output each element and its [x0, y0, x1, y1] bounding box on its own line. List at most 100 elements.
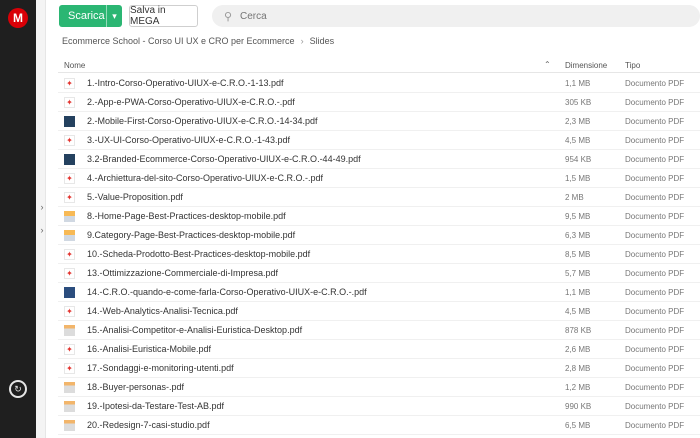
table-row[interactable]: 17.-Sondaggi-e-monitoring-utenti.pdf 2,8 … — [58, 359, 700, 378]
pdf-file-icon — [64, 344, 75, 355]
file-name: 16.-Analisi-Euristica-Mobile.pdf — [87, 344, 212, 354]
file-name: 17.-Sondaggi-e-monitoring-utenti.pdf — [87, 363, 234, 373]
pdf-file-icon — [64, 173, 75, 184]
save-to-mega-button[interactable]: Salva in MEGA — [129, 5, 198, 27]
table-row[interactable]: 4.-Archiettura-del-sito-Corso-Operativo-… — [58, 169, 700, 188]
file-type: Documento PDF — [625, 136, 685, 145]
pdf-file-icon — [64, 135, 75, 146]
breadcrumb: Ecommerce School - Corso UI UX e CRO per… — [62, 36, 334, 46]
table-row[interactable]: 14.-Web-Analytics-Analisi-Tecnica.pdf 4,5… — [58, 302, 700, 321]
file-size: 8,5 MB — [565, 250, 591, 259]
file-type: Documento PDF — [625, 288, 685, 297]
table-row[interactable]: 10.-Scheda-Prodotto-Best-Practices-deskt… — [58, 245, 700, 264]
search-input[interactable] — [240, 10, 640, 22]
file-size: 6,5 MB — [565, 421, 591, 430]
file-name: 9.Category-Page-Best-Practices-desktop-m… — [87, 230, 296, 240]
file-thumbnail-icon — [64, 154, 75, 165]
file-type: Documento PDF — [625, 421, 685, 430]
file-name: 13.-Ottimizzazione-Commerciale-di-Impres… — [87, 268, 279, 278]
file-name: 14.-C.R.O.-quando-e-come-farla-Corso-Ope… — [87, 287, 367, 297]
main-panel: Scarica ▾ Salva in MEGA ⚲ Ecommerce Scho… — [46, 0, 700, 438]
sidebar-gutter — [36, 0, 46, 438]
file-thumbnail-icon — [64, 325, 75, 336]
file-size: 1,1 MB — [565, 288, 591, 297]
file-type: Documento PDF — [625, 174, 685, 183]
file-size: 1,2 MB — [565, 383, 591, 392]
file-name: 3.2-Branded-Ecommerce-Corso-Operativo-UI… — [87, 154, 361, 164]
file-type: Documento PDF — [625, 79, 685, 88]
file-type: Documento PDF — [625, 402, 685, 411]
table-row[interactable]: 1.-Intro-Corso-Operativo-UIUX-e-C.R.O.-1… — [58, 74, 700, 93]
file-size: 4,5 MB — [565, 307, 591, 316]
mega-logo-icon[interactable]: M — [8, 8, 28, 28]
left-rail: M ↻ — [0, 0, 36, 438]
file-size: 305 KB — [565, 98, 592, 107]
file-thumbnail-icon — [64, 382, 75, 393]
file-type: Documento PDF — [625, 269, 685, 278]
table-row[interactable]: 5.-Value-Proposition.pdf 2 MB Documento PD… — [58, 188, 700, 207]
file-type: Documento PDF — [625, 212, 685, 221]
file-thumbnail-icon — [64, 230, 75, 241]
chevron-right-icon[interactable]: › — [38, 224, 46, 236]
chevron-down-icon[interactable]: ▾ — [106, 5, 122, 27]
pdf-file-icon — [64, 363, 75, 374]
file-name: 19.-Ipotesi-da-Testare-Test-AB.pdf — [87, 401, 225, 411]
toolbar: Scarica ▾ Salva in MEGA ⚲ — [46, 0, 700, 32]
column-header-type[interactable]: Tipo — [625, 61, 640, 70]
table-row[interactable]: 9.Category-Page-Best-Practices-desktop-m… — [58, 226, 700, 245]
file-size: 2,6 MB — [565, 345, 591, 354]
table-header: Nome ⌃ Dimensione Tipo — [58, 57, 700, 73]
table-row[interactable]: 3.2-Branded-Ecommerce-Corso-Operativo-UI… — [58, 150, 700, 169]
file-name: 15.-Analisi-Competitor-e-Analisi-Euristi… — [87, 325, 303, 335]
file-size: 2,8 MB — [565, 364, 591, 373]
transfer-manager-icon[interactable]: ↻ — [9, 380, 27, 398]
search-box[interactable]: ⚲ — [212, 5, 700, 27]
pdf-file-icon — [64, 268, 75, 279]
breadcrumb-separator: › — [300, 36, 304, 46]
file-name: 14.-Web-Analytics-Analisi-Tecnica.pdf — [87, 306, 238, 316]
download-button[interactable]: Scarica ▾ — [59, 5, 122, 27]
file-type: Documento PDF — [625, 193, 685, 202]
file-size: 1,1 MB — [565, 79, 591, 88]
file-name: 10.-Scheda-Prodotto-Best-Practices-deskt… — [87, 249, 311, 259]
file-size: 1,5 MB — [565, 174, 591, 183]
pdf-file-icon — [64, 249, 75, 260]
sort-ascending-icon[interactable]: ⌃ — [544, 60, 551, 69]
table-row[interactable]: 3.-UX-UI-Corso-Operativo-UIUX-e-C.R.O.-1… — [58, 131, 700, 150]
file-size: 878 KB — [565, 326, 592, 335]
file-name: 1.-Intro-Corso-Operativo-UIUX-e-C.R.O.-1… — [87, 78, 284, 88]
breadcrumb-item-current[interactable]: Slides — [310, 36, 335, 46]
file-type: Documento PDF — [625, 383, 685, 392]
file-name: 8.-Home-Page-Best-Practices-desktop-mobi… — [87, 211, 286, 221]
file-thumbnail-icon — [64, 420, 75, 431]
column-header-size[interactable]: Dimensione — [565, 61, 607, 70]
file-size: 9,5 MB — [565, 212, 591, 221]
column-header-name[interactable]: Nome — [64, 61, 85, 70]
table-row[interactable]: 14.-C.R.O.-quando-e-come-farla-Corso-Ope… — [58, 283, 700, 302]
table-row[interactable]: 8.-Home-Page-Best-Practices-desktop-mobi… — [58, 207, 700, 226]
file-name: 5.-Value-Proposition.pdf — [87, 192, 183, 202]
table-row[interactable]: 16.-Analisi-Euristica-Mobile.pdf 2,6 MB Do… — [58, 340, 700, 359]
table-row[interactable]: 15.-Analisi-Competitor-e-Analisi-Euristi… — [58, 321, 700, 340]
table-row[interactable]: 20.-Redesign-7-casi-studio.pdf 6,5 MB Docu… — [58, 416, 700, 435]
file-type: Documento PDF — [625, 250, 685, 259]
chevron-right-icon[interactable]: › — [38, 201, 46, 213]
table-row[interactable]: 13.-Ottimizzazione-Commerciale-di-Impres… — [58, 264, 700, 283]
file-thumbnail-icon — [64, 287, 75, 298]
search-icon: ⚲ — [223, 10, 233, 23]
file-list: 1.-Intro-Corso-Operativo-UIUX-e-C.R.O.-1… — [58, 74, 700, 435]
breadcrumb-item-folder[interactable]: Ecommerce School - Corso UI UX e CRO per… — [62, 36, 295, 46]
file-type: Documento PDF — [625, 345, 685, 354]
table-row[interactable]: 2.-Mobile-First-Corso-Operativo-UIUX-e-C… — [58, 112, 700, 131]
file-name: 4.-Archiettura-del-sito-Corso-Operativo-… — [87, 173, 324, 183]
pdf-file-icon — [64, 97, 75, 108]
file-size: 4,5 MB — [565, 136, 591, 145]
file-type: Documento PDF — [625, 155, 685, 164]
file-type: Documento PDF — [625, 117, 685, 126]
table-row[interactable]: 2.-App-e-PWA-Corso-Operativo-UIUX-e-C.R.… — [58, 93, 700, 112]
file-type: Documento PDF — [625, 307, 685, 316]
table-row[interactable]: 19.-Ipotesi-da-Testare-Test-AB.pdf 990 KB… — [58, 397, 700, 416]
table-row[interactable]: 18.-Buyer-personas-.pdf 1,2 MB Documento P… — [58, 378, 700, 397]
file-size: 990 KB — [565, 402, 592, 411]
file-thumbnail-icon — [64, 401, 75, 412]
